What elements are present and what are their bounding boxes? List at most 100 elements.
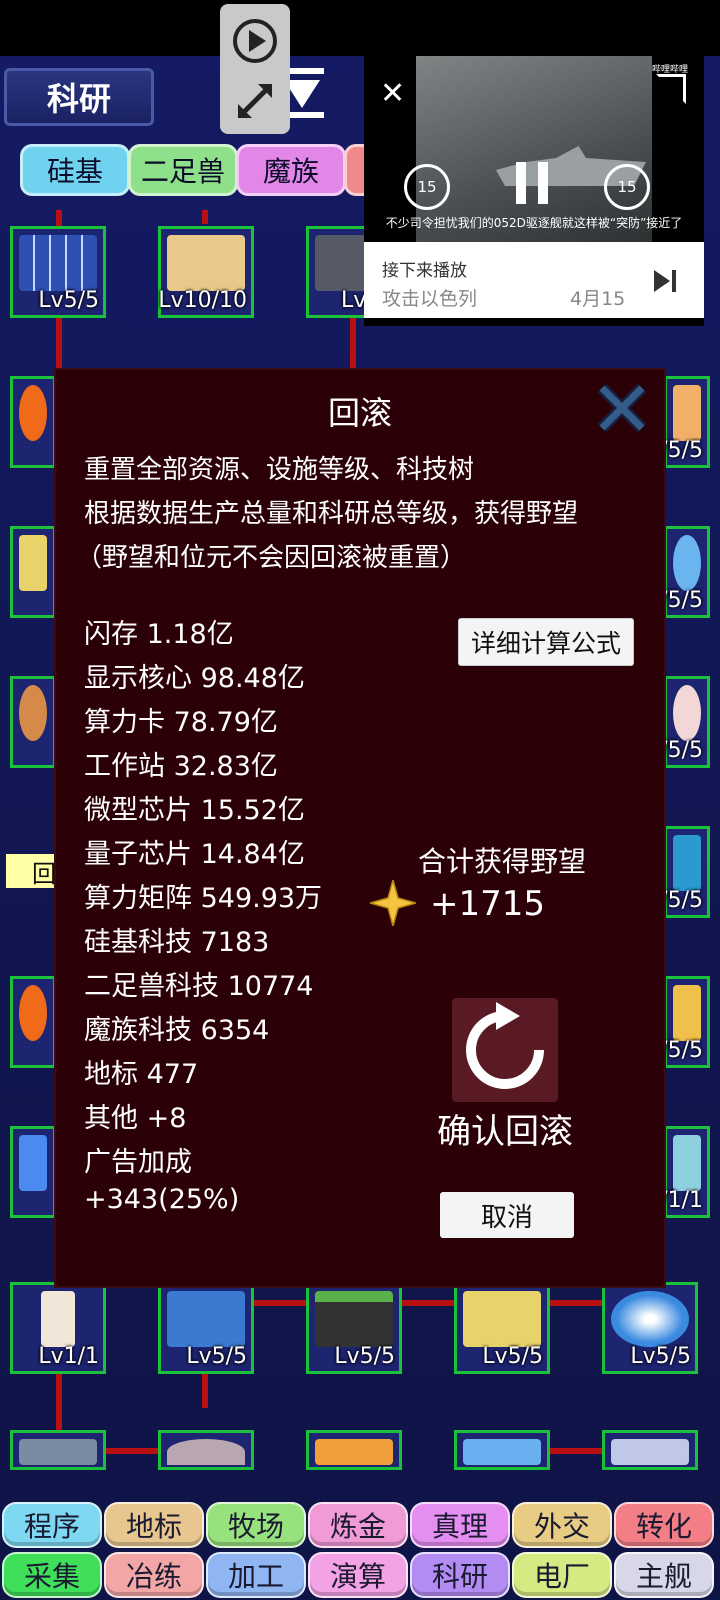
tech-tile[interactable]: [10, 1126, 56, 1218]
planet-icon: [167, 1439, 245, 1465]
close-icon[interactable]: [594, 380, 650, 436]
tech-tile[interactable]: [158, 1430, 254, 1470]
tech-tile[interactable]: /5/5: [660, 676, 710, 768]
nav-process[interactable]: 加工: [206, 1552, 306, 1598]
crystal-icon: [315, 1439, 393, 1465]
dome-icon: [673, 385, 701, 441]
lens-icon: [673, 535, 701, 591]
stat-line: 魔族科技 6354: [84, 1015, 270, 1046]
rollback-stub-button[interactable]: 回: [6, 854, 56, 888]
nav-diplomacy[interactable]: 外交: [512, 1502, 612, 1548]
tech-tile[interactable]: /5/5: [660, 526, 710, 618]
nav-power-plant[interactable]: 电厂: [512, 1552, 612, 1598]
stat-line: 硅基科技 7183: [84, 927, 270, 958]
nav-transform[interactable]: 转化: [614, 1502, 714, 1548]
tech-tile[interactable]: /5/5: [660, 976, 710, 1068]
cancel-button[interactable]: 取消: [440, 1192, 574, 1238]
stat-line: 微型芯片 15.52亿: [84, 795, 305, 826]
nav-gather[interactable]: 采集: [2, 1552, 102, 1598]
total-label: 合计获得野望: [418, 845, 587, 878]
tech-tile[interactable]: [10, 676, 56, 768]
solar-panel-icon: [19, 235, 97, 291]
nav-landmark[interactable]: 地标: [104, 1502, 204, 1548]
rollback-icon[interactable]: [452, 998, 558, 1102]
tile-level: /5/5: [660, 888, 703, 913]
tree-line: [100, 1448, 160, 1454]
page-title: 科研: [4, 68, 154, 126]
formula-detail-button[interactable]: 详细计算公式: [458, 618, 634, 666]
skip-next-bar: [672, 270, 676, 292]
video-caption: 不少司令担忧我们的052D驱逐舰就这样被“突防”接近了: [385, 216, 683, 230]
fullscreen-icon[interactable]: [656, 74, 686, 104]
tech-tile[interactable]: [306, 1430, 402, 1470]
tile-level: Lv10/10: [158, 288, 247, 313]
tech-tile[interactable]: Lv5/5: [158, 1282, 254, 1374]
tile-level: Lv5/5: [630, 1344, 691, 1369]
computer-icon: [19, 1135, 47, 1191]
video-overlay[interactable]: 哔哩哔哩 ✕ 15 15 不少司令担忧我们的052D驱逐舰就这样被“突防”接近了…: [364, 56, 704, 326]
nav-mothership[interactable]: 主舰: [614, 1552, 714, 1598]
expand-icon[interactable]: [230, 76, 280, 126]
ssd-icon: [463, 1439, 541, 1465]
stat-line: 其他 +8: [84, 1103, 187, 1134]
nav-smelt[interactable]: 冶练: [104, 1552, 204, 1598]
rocket-icon: [611, 1439, 689, 1465]
tech-tile[interactable]: Lv1/1: [10, 1282, 106, 1374]
tile-level: Lv5/5: [334, 1344, 395, 1369]
tile-level: /1/1: [660, 1188, 703, 1213]
nav-truth[interactable]: 真理: [410, 1502, 510, 1548]
rewind-15-icon[interactable]: 15: [404, 164, 450, 210]
nav-ranch[interactable]: 牧场: [206, 1502, 306, 1548]
fire-icon: [19, 985, 47, 1041]
nav-program[interactable]: 程序: [2, 1502, 102, 1548]
up-next-panel[interactable]: 接下来播放 攻击以色列 4月15: [364, 242, 704, 318]
pause-icon[interactable]: [512, 162, 552, 204]
lens-icon: [611, 1291, 689, 1347]
tech-tile[interactable]: [10, 1430, 106, 1470]
stat-line: +343(25%): [84, 1184, 240, 1215]
forward-15-icon[interactable]: 15: [604, 164, 650, 210]
tech-tile[interactable]: [10, 526, 56, 618]
skip-next-icon[interactable]: [654, 270, 670, 292]
tech-tile[interactable]: [602, 1430, 698, 1470]
tech-tile[interactable]: Lv5/5: [602, 1282, 698, 1374]
stat-line: 算力矩阵 549.93万: [84, 883, 323, 914]
tile-level: /5/5: [660, 438, 703, 463]
tech-tile[interactable]: /1/1: [660, 1126, 710, 1218]
close-icon[interactable]: ✕: [380, 76, 405, 111]
tech-tile[interactable]: /5/5: [660, 826, 710, 918]
tree-line: [546, 1448, 602, 1454]
up-next-title: 攻击以色列: [382, 288, 478, 310]
dialog-desc-line: 重置全部资源、设施等级、科技树: [84, 455, 475, 485]
tech-tile[interactable]: Lv5/5: [10, 226, 106, 318]
tree-line: [202, 210, 208, 224]
tech-tile[interactable]: [10, 376, 56, 468]
tech-tile[interactable]: [10, 976, 56, 1068]
tile-level: /5/5: [660, 588, 703, 613]
tech-tile[interactable]: Lv5/5: [306, 1282, 402, 1374]
floating-player-control[interactable]: [220, 4, 290, 134]
canister-icon: [673, 1135, 701, 1191]
stat-line: 工作站 32.83亿: [84, 751, 278, 782]
stat-line: 显示核心 98.48亿: [84, 663, 305, 694]
tab-silicon[interactable]: 硅基: [20, 144, 130, 196]
play-icon[interactable]: [230, 16, 280, 66]
tree-line: [350, 318, 356, 368]
status-bar: [0, 0, 720, 56]
tile-level: /5/5: [660, 1038, 703, 1063]
nav-alchemy[interactable]: 炼金: [308, 1502, 408, 1548]
star-icon: [370, 880, 416, 926]
tab-demon[interactable]: 魔族: [236, 144, 346, 196]
tile-level: Lv5/5: [38, 288, 99, 313]
tech-tile[interactable]: Lv10/10: [158, 226, 254, 318]
dialog-desc-line: （野望和位元不会因回滚被重置）: [76, 543, 467, 573]
tech-tile[interactable]: /5/5: [660, 376, 710, 468]
tile-level: Lv5/5: [186, 1344, 247, 1369]
tab-biped[interactable]: 二足兽: [128, 144, 238, 196]
nav-research[interactable]: 科研: [410, 1552, 510, 1598]
tech-tile[interactable]: Lv5/5: [454, 1282, 550, 1374]
confirm-rollback-button[interactable]: 确认回滚: [400, 1104, 610, 1153]
tech-tile[interactable]: [454, 1430, 550, 1470]
stat-line: 二足兽科技 10774: [84, 971, 314, 1002]
nav-compute[interactable]: 演算: [308, 1552, 408, 1598]
